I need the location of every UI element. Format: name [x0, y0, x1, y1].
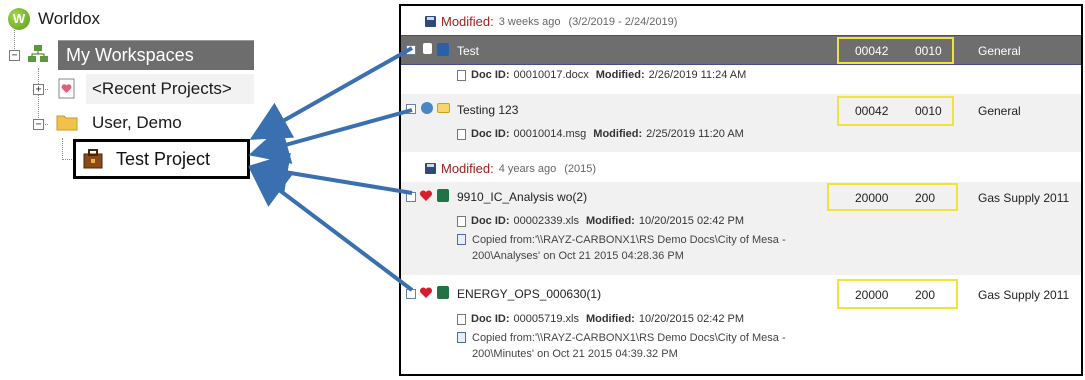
document-title[interactable]: Test [457, 44, 479, 58]
matter-number: 200 [915, 191, 936, 205]
folder-tree: W Worldox − My Workspaces + <Recent Proj… [0, 0, 255, 180]
group-header[interactable]: Modified: 4 years ago (2015) [425, 161, 596, 176]
modified-label: Modified: [585, 215, 635, 227]
recent-projects-heart-icon [58, 78, 75, 99]
number-highlight-box [827, 183, 958, 211]
doc-id-value: 00005719.xls [513, 313, 579, 325]
arrow-line [248, 108, 413, 164]
doc-id-label: Doc ID: [471, 128, 510, 140]
document-row[interactable]: Test 00042 0010 General Doc ID: 00010017… [401, 35, 1081, 89]
bookmark-icon [423, 43, 432, 54]
row-checkbox[interactable] [406, 45, 416, 55]
document-category: General [978, 104, 1021, 118]
reply-icon [421, 102, 433, 114]
email-envelope-icon [437, 103, 450, 113]
tree-item-test-project[interactable]: Test Project [73, 139, 250, 179]
excel-file-icon [437, 286, 449, 299]
page-icon [457, 128, 466, 140]
group-modified-label: Modified: [441, 14, 494, 29]
modified-label: Modified: [593, 128, 643, 140]
document-category: Gas Supply 2011 [978, 191, 1070, 205]
workspace-network-icon [28, 45, 48, 62]
tree-item-label: <Recent Projects> [92, 79, 232, 98]
tree-item-label: User, Demo [92, 113, 182, 132]
group-when: 4 years ago [498, 162, 557, 175]
tree-item-my-workspaces[interactable]: My Workspaces [58, 40, 254, 70]
client-number: 20000 [855, 191, 889, 205]
document-details: Doc ID: 00010017.docx Modified: 2/26/201… [457, 69, 753, 81]
modified-value: 2/25/2019 11:20 AM [646, 128, 744, 140]
tree-item-recent-projects[interactable]: <Recent Projects> [86, 74, 254, 104]
collapse-user-toggle[interactable]: − [33, 119, 44, 130]
row-checkbox[interactable] [406, 289, 416, 299]
modified-value: 10/20/2015 02:42 PM [638, 313, 745, 325]
document-list-panel: Modified: 3 weeks ago (3/2/2019 - 2/24/2… [399, 4, 1083, 376]
favorite-heart-icon [419, 190, 433, 201]
document-title[interactable]: Testing 123 [457, 103, 518, 117]
client-number: 00042 [855, 44, 889, 58]
group-modified-label: Modified: [441, 161, 494, 176]
group-header[interactable]: Modified: 3 weeks ago (3/2/2019 - 2/24/2… [425, 14, 677, 29]
row-checkbox[interactable] [406, 192, 416, 202]
document-details: Doc ID: 00002339.xls Modified: 10/20/201… [457, 215, 751, 227]
document-row[interactable]: ENERGY_OPS_000630(1) 20000 200 Gas Suppl… [401, 278, 1081, 374]
worldox-logo-icon: W [8, 8, 30, 30]
client-number: 00042 [855, 104, 889, 118]
document-category: General [978, 44, 1021, 58]
document-title[interactable]: 9910_IC_Analysis wo(2) [457, 190, 587, 204]
page-icon [457, 313, 466, 325]
app-title: Worldox [38, 9, 101, 28]
client-number: 20000 [855, 288, 889, 302]
copy-note-icon [457, 332, 466, 343]
app-header: W Worldox [8, 8, 100, 30]
modified-label: Modified: [585, 313, 635, 325]
row-checkbox[interactable] [406, 104, 416, 114]
copy-note-icon [457, 234, 466, 245]
document-details: Doc ID: 00010014.msg Modified: 2/25/2019… [457, 128, 751, 140]
copy-note-line: Copied from:'\\RAYZ-CARBONX1\RS Demo Doc… [472, 332, 786, 344]
word-document-icon [437, 43, 449, 56]
arrow-line [248, 152, 413, 195]
document-details: Doc ID: 00005719.xls Modified: 10/20/201… [457, 313, 751, 325]
modified-label: Modified: [595, 69, 645, 81]
collapse-workspaces-toggle[interactable]: − [9, 50, 20, 61]
document-category: Gas Supply 2011 [978, 288, 1070, 302]
doc-id-label: Doc ID: [471, 313, 510, 325]
doc-id-label: Doc ID: [471, 215, 510, 227]
copy-note: Copied from:'\\RAYZ-CARBONX1\RS Demo Doc… [472, 232, 832, 264]
copy-note-line: 200\Analyses' on Oct 21 2015 04:28.36 PM [472, 250, 684, 262]
modified-value: 10/20/2015 02:42 PM [638, 215, 745, 227]
tree-item-label: Test Project [116, 149, 211, 169]
document-row[interactable]: 9910_IC_Analysis wo(2) 20000 200 Gas Sup… [401, 182, 1081, 275]
doc-id-value: 00010017.docx [513, 69, 589, 81]
doc-id-label: Doc ID: [471, 69, 510, 81]
copy-note-line: 200\Minutes' on Oct 21 2015 04:39.32 PM [472, 348, 678, 360]
arrow-line [249, 46, 413, 140]
matter-number: 200 [915, 288, 936, 302]
tree-item-user-demo[interactable]: User, Demo [92, 113, 182, 133]
matter-number: 0010 [915, 44, 942, 58]
group-range: (3/2/2019 - 2/24/2019) [568, 15, 678, 28]
doc-id-value: 00002339.xls [513, 215, 579, 227]
document-title[interactable]: ENERGY_OPS_000630(1) [457, 287, 601, 301]
group-range: (2015) [564, 162, 597, 175]
copy-note: Copied from:'\\RAYZ-CARBONX1\RS Demo Doc… [472, 330, 832, 362]
matter-number: 0010 [915, 104, 942, 118]
copy-note-line: Copied from:'\\RAYZ-CARBONX1\RS Demo Doc… [472, 234, 786, 246]
page-icon [457, 215, 466, 227]
document-row[interactable]: Testing 123 00042 0010 General Doc ID: 0… [401, 94, 1081, 152]
page-icon [457, 69, 466, 81]
save-icon [425, 163, 436, 174]
favorite-heart-icon [419, 287, 433, 298]
arrow-line [248, 166, 414, 292]
project-briefcase-icon [83, 149, 103, 169]
folder-icon [56, 115, 78, 131]
group-when: 3 weeks ago [498, 15, 561, 28]
modified-value: 2/26/2019 11:24 AM [648, 69, 747, 81]
save-icon [425, 16, 436, 27]
tree-item-label: My Workspaces [66, 45, 194, 65]
expand-recent-toggle[interactable]: + [33, 84, 44, 95]
excel-file-icon [437, 189, 449, 202]
doc-id-value: 00010014.msg [513, 128, 587, 140]
